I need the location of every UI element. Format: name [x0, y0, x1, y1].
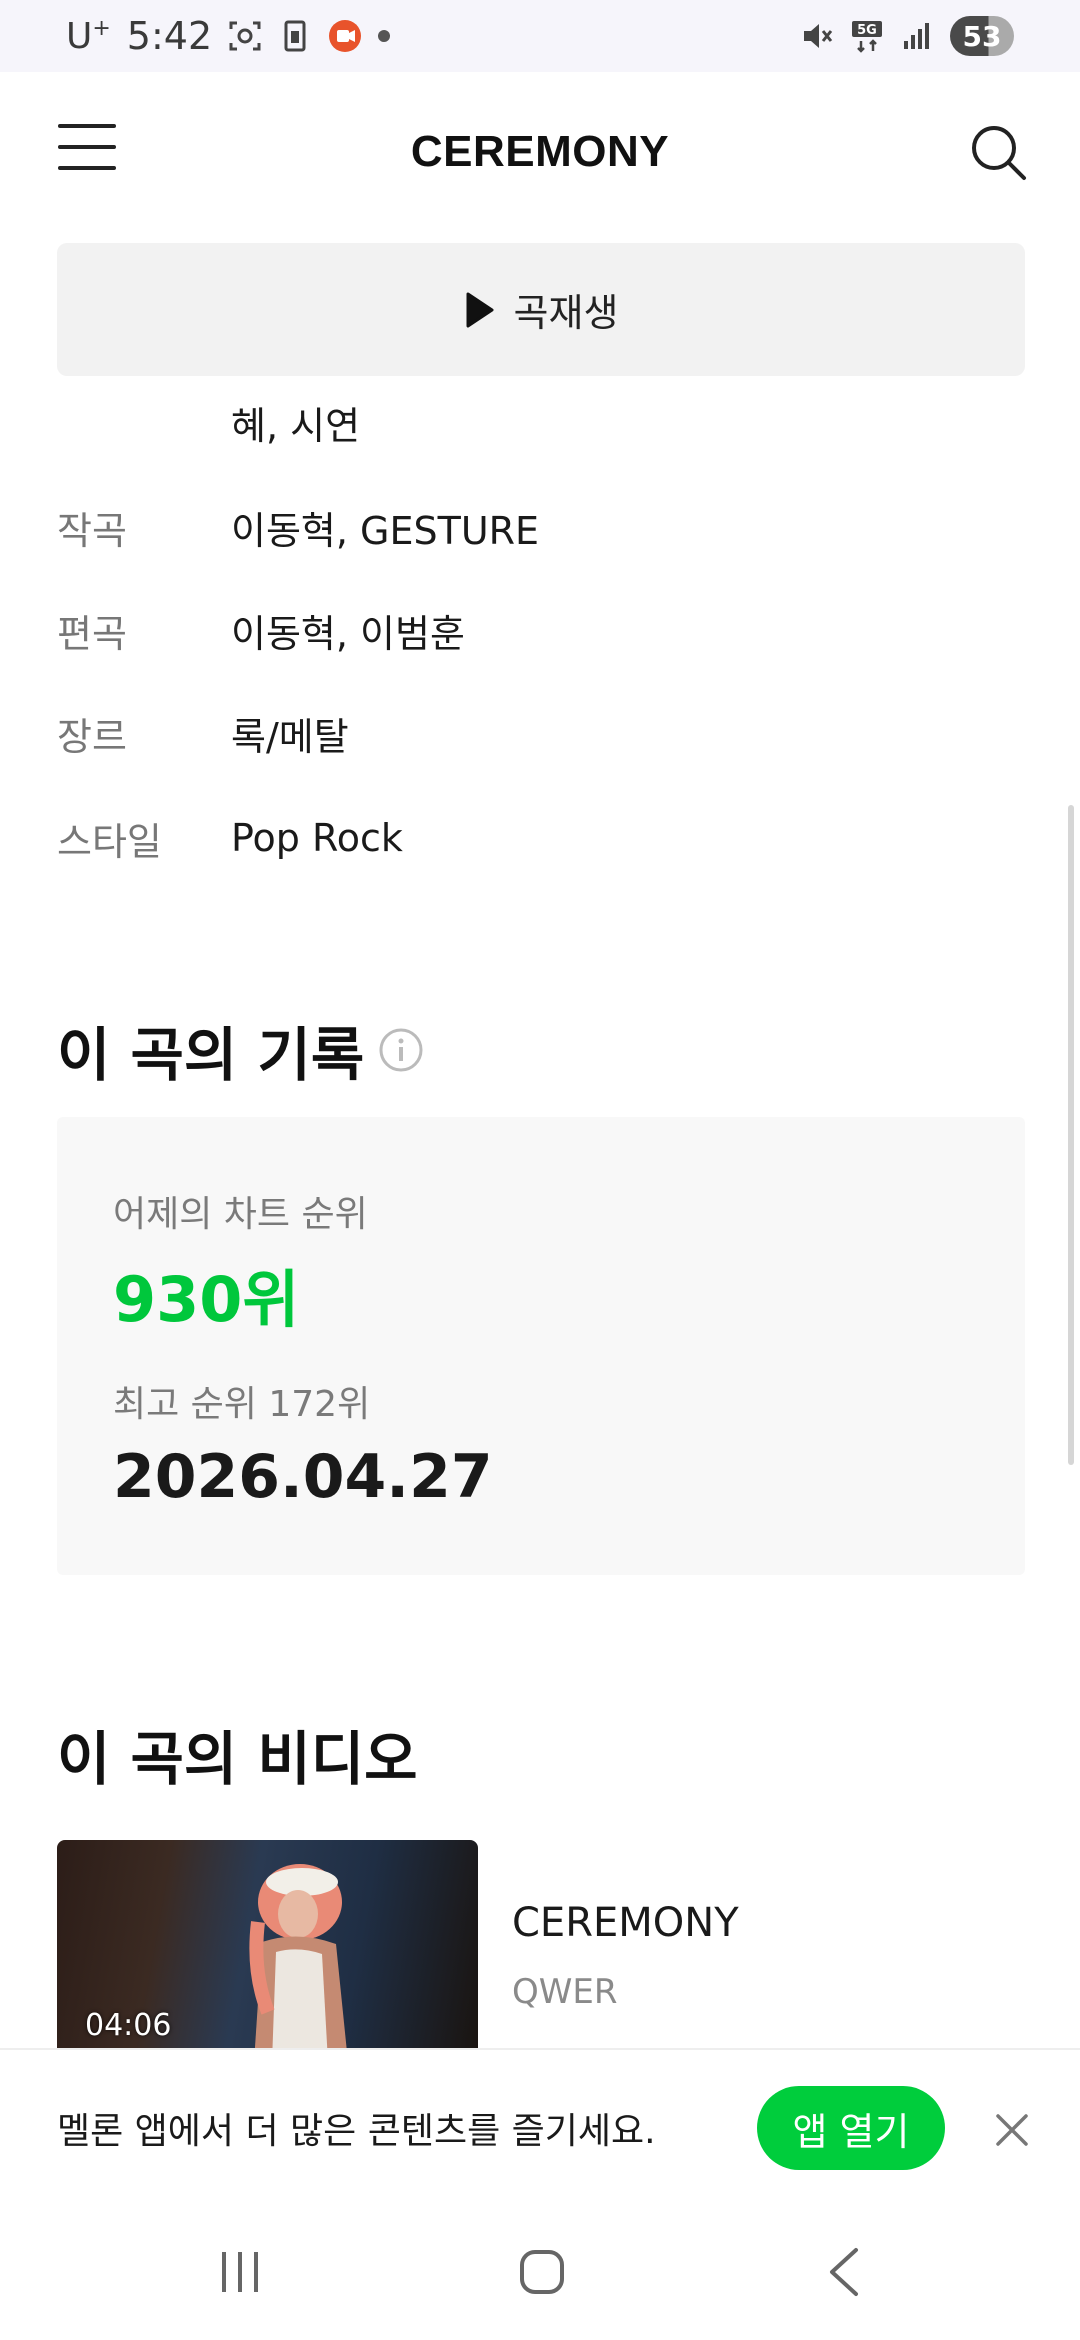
credit-key: 스타일 [57, 819, 162, 864]
recorder-icon [329, 20, 362, 52]
scrollbar[interactable] [1068, 805, 1074, 1465]
yesterday-rank-label: 어제의 차트 순위 [113, 1194, 368, 1235]
best-rank-label: 최고 순위 172위 [113, 1384, 371, 1425]
credit-row-arranger: 편곡 이동혁, 이범훈 [57, 600, 1025, 660]
recent-apps-icon[interactable] [218, 2248, 262, 2296]
network-5g-icon: 5G [852, 21, 882, 53]
status-bar: U+ 5:42 5G 53 [0, 0, 1080, 72]
notification-dot-icon [378, 30, 391, 42]
hamburger-menu-icon[interactable] [58, 124, 116, 172]
screen: U+ 5:42 5G 53 CEREMONY 곡재생 혜, 시연 작곡 이동혁,… [0, 0, 1080, 2340]
play-song-label: 곡재생 [513, 291, 619, 335]
credit-row-style: 스타일 Pop Rock [57, 808, 1025, 868]
status-left: U+ 5:42 [66, 14, 391, 58]
video-title-text: 이 곡의 비디오 [57, 1725, 418, 1793]
battery-icon: 53 [950, 16, 1014, 56]
record-title-text: 이 곡의 기록 [57, 1021, 365, 1089]
credit-row-lyricist-continued: 혜, 시연 [57, 392, 1025, 452]
app-promo-banner: 멜론 앱에서 더 많은 콘텐츠를 즐기세요. 앱 열기 [0, 2048, 1080, 2208]
video-thumbnail-image [249, 1864, 347, 2050]
carrier-label: U+ [66, 15, 111, 57]
info-icon[interactable] [378, 1027, 424, 1073]
home-icon[interactable] [518, 2248, 566, 2296]
video-duration: 04:06 [85, 2008, 172, 2043]
system-nav-bar [0, 2208, 1080, 2340]
screenshot-icon [229, 21, 261, 51]
open-app-button[interactable]: 앱 열기 [757, 2086, 945, 2170]
video-artist[interactable]: QWER [512, 1972, 618, 2012]
mute-icon [804, 24, 833, 48]
play-song-button[interactable]: 곡재생 [57, 243, 1025, 376]
close-icon[interactable] [992, 2110, 1032, 2150]
best-rank-date: 2026.04.27 [113, 1442, 493, 1512]
clock: 5:42 [126, 14, 213, 58]
video-section-title: 이 곡의 비디오 [57, 1712, 418, 1796]
credit-key: 장르 [57, 714, 127, 759]
credit-row-composer: 작곡 이동혁, GESTURE [57, 497, 1025, 557]
signal-icon [904, 23, 929, 49]
back-icon[interactable] [824, 2246, 864, 2298]
credit-value: 록/메탈 [231, 714, 349, 759]
credit-value: 이동혁, 이범훈 [231, 611, 465, 656]
credit-value: 이동혁, GESTURE [231, 508, 540, 553]
svg-text:5G: 5G [857, 23, 877, 38]
page-title: CEREMONY [410, 127, 670, 176]
app-header: CEREMONY [0, 72, 1080, 232]
video-title[interactable]: CEREMONY [512, 1900, 739, 1946]
credit-key: 작곡 [57, 508, 127, 553]
record-section-title: 이 곡의 기록 [57, 1008, 424, 1092]
credit-value: Pop Rock [231, 816, 403, 860]
search-icon[interactable] [968, 122, 1028, 182]
record-card: 어제의 차트 순위 930위 최고 순위 172위 2026.04.27 [57, 1117, 1025, 1575]
promo-text: 멜론 앱에서 더 많은 콘텐츠를 즐기세요. [57, 2111, 656, 2152]
sim-icon [284, 20, 306, 52]
play-icon [466, 292, 494, 327]
credit-key: 편곡 [57, 611, 127, 656]
video-thumbnail[interactable]: 04:06 [57, 1840, 478, 2050]
yesterday-rank-value: 930위 [113, 1263, 300, 1336]
credit-row-genre: 장르 록/메탈 [57, 703, 1025, 763]
credit-value: 혜, 시연 [231, 403, 361, 448]
status-right: 5G 53 [800, 16, 1014, 56]
